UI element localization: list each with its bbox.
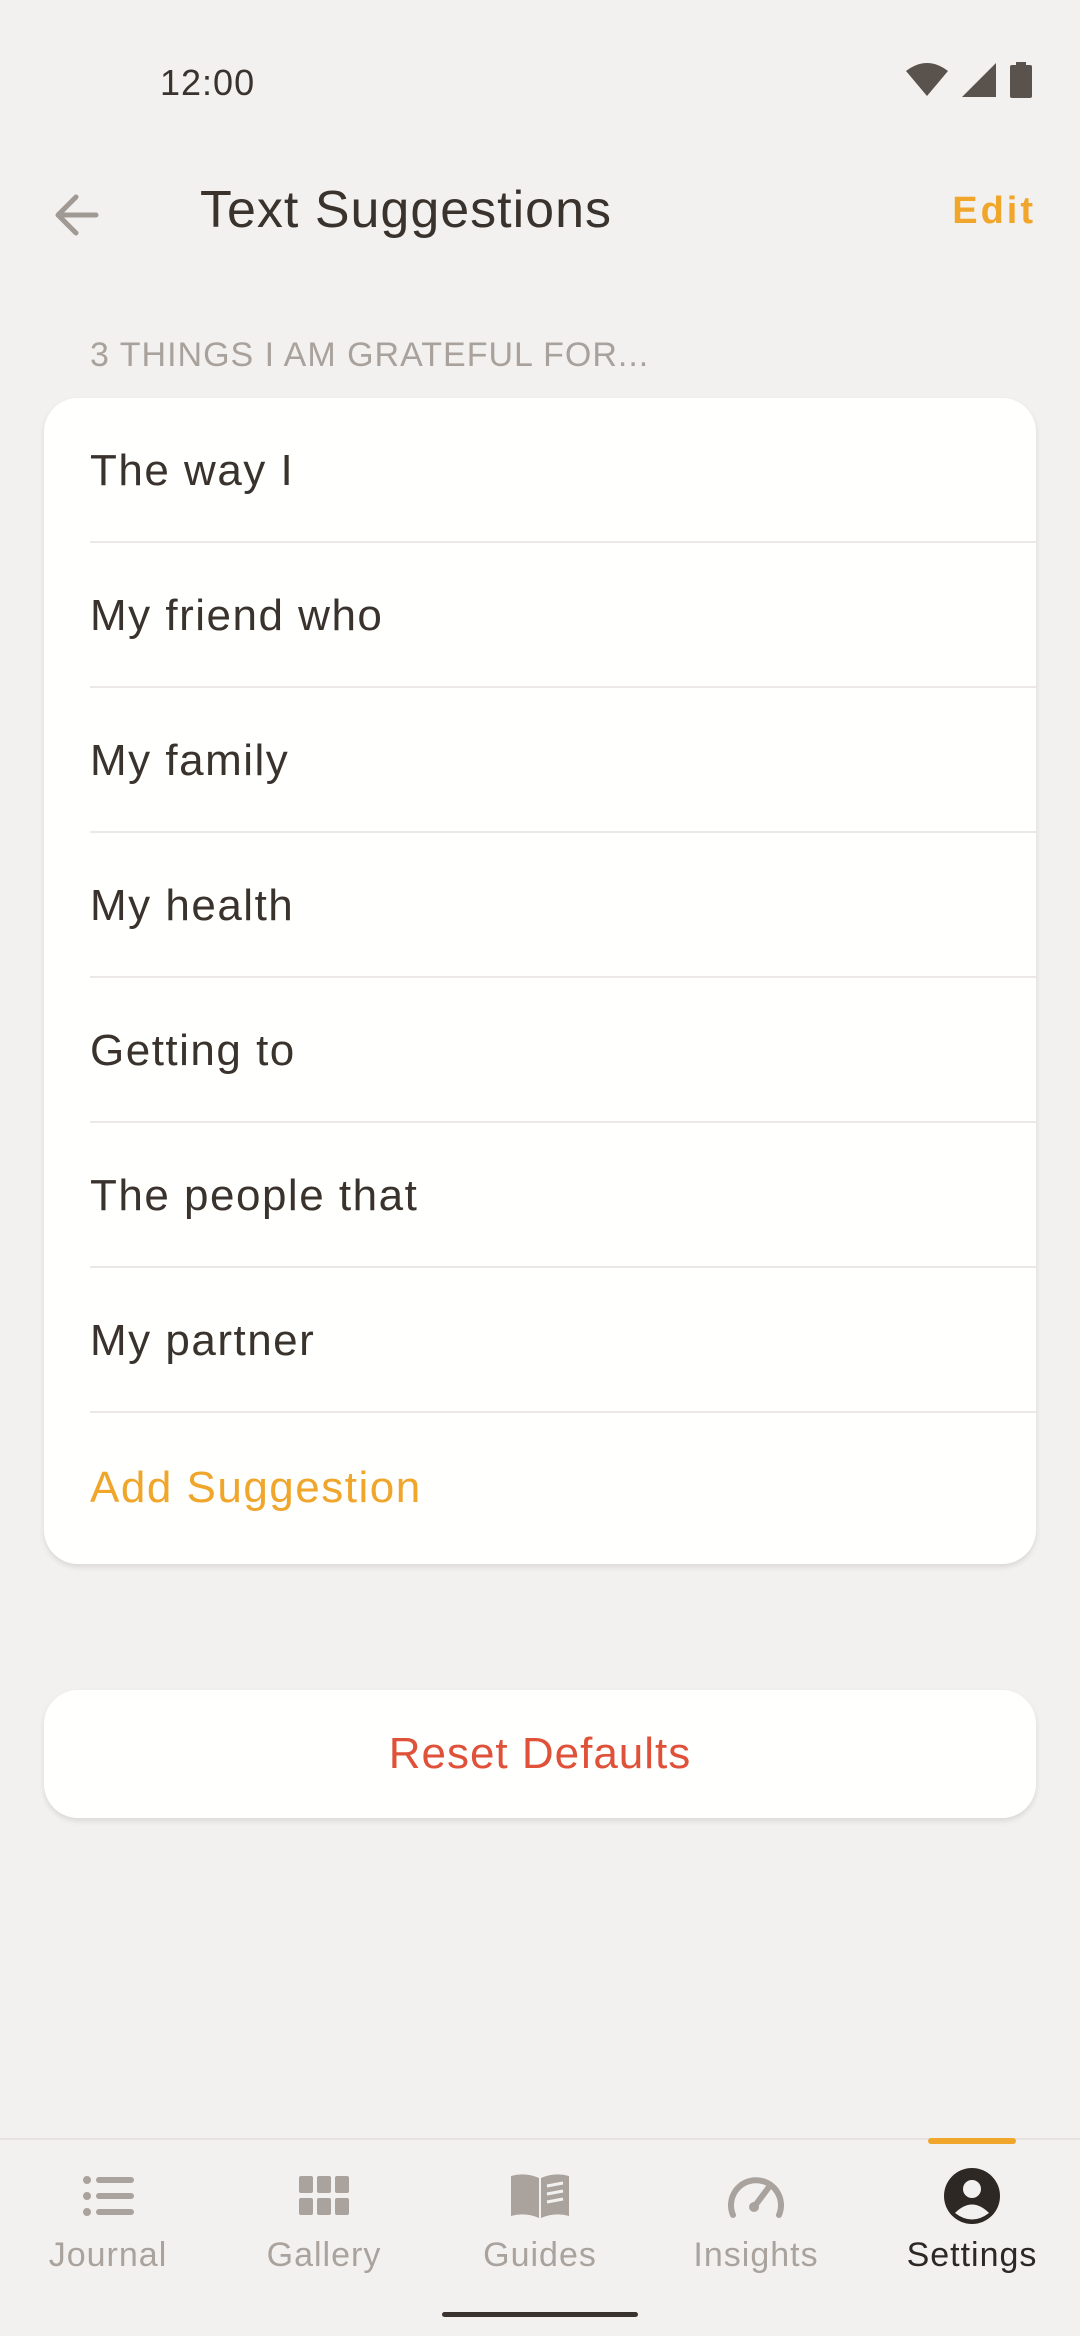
suggestion-item[interactable]: My health: [44, 833, 1036, 978]
suggestion-text: My health: [90, 880, 295, 930]
nav-settings[interactable]: Settings: [864, 2140, 1080, 2300]
suggestion-item[interactable]: Getting to: [44, 978, 1036, 1123]
suggestion-item[interactable]: My family: [44, 688, 1036, 833]
suggestion-text: My family: [90, 735, 290, 785]
status-bar: 12:00: [0, 0, 1080, 170]
nav-label: Journal: [48, 2236, 168, 2274]
suggestion-text: My partner: [90, 1315, 316, 1365]
page-title: Text Suggestions: [200, 181, 613, 239]
reset-defaults-button[interactable]: Reset Defaults: [44, 1690, 1036, 1818]
bottom-navigation: Journal Gallery Guides Insights Settings: [0, 2138, 1080, 2336]
gauge-icon: [728, 2177, 784, 2218]
suggestion-text: The people that: [90, 1170, 419, 1220]
arrow-left-icon: [55, 194, 99, 236]
account-icon: [944, 2168, 1000, 2224]
back-button[interactable]: [44, 170, 108, 260]
nav-gallery[interactable]: Gallery: [216, 2140, 432, 2300]
nav-label: Settings: [906, 2236, 1038, 2274]
nav-label: Insights: [693, 2236, 819, 2274]
add-suggestion-button[interactable]: Add Suggestion: [44, 1413, 1036, 1563]
app-header: Text Suggestions Edit: [0, 170, 1080, 260]
suggestion-item[interactable]: My partner: [44, 1268, 1036, 1413]
nav-label: Gallery: [266, 2236, 382, 2274]
edit-button[interactable]: Edit: [952, 190, 1036, 233]
suggestion-text: Getting to: [90, 1025, 296, 1075]
suggestion-item[interactable]: The way I: [44, 398, 1036, 543]
status-time: 12:00: [160, 62, 256, 103]
nav-journal[interactable]: Journal: [0, 2140, 216, 2300]
nav-label: Guides: [483, 2236, 597, 2274]
grid-icon: [299, 2176, 349, 2215]
suggestions-card: The way I My friend who My family My hea…: [44, 398, 1036, 1564]
suggestion-text: My friend who: [90, 590, 384, 640]
suggestion-item[interactable]: My friend who: [44, 543, 1036, 688]
section-label: 3 THINGS I AM GRATEFUL FOR...: [90, 336, 650, 374]
list-icon: [83, 2176, 134, 2216]
signal-icon: [962, 63, 996, 97]
home-indicator[interactable]: [442, 2312, 638, 2317]
nav-guides[interactable]: Guides: [432, 2140, 648, 2300]
suggestion-text: The way I: [90, 445, 295, 495]
wifi-icon: [906, 63, 948, 96]
status-icons: [906, 62, 1032, 98]
battery-icon: [1010, 62, 1032, 98]
suggestion-item[interactable]: The people that: [44, 1123, 1036, 1268]
nav-insights[interactable]: Insights: [648, 2140, 864, 2300]
book-icon: [511, 2174, 569, 2218]
